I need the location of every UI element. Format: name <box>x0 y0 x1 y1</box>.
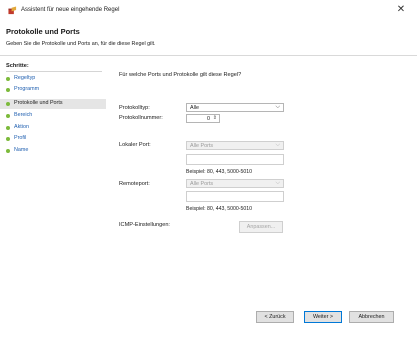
remote-port-value: Alle Ports <box>190 181 214 187</box>
step-status-dot <box>6 137 10 141</box>
step-status-dot <box>6 102 10 106</box>
step-profil[interactable]: Profil <box>0 134 106 144</box>
protocol-type-select[interactable]: Alle ⌵ <box>186 103 284 112</box>
step-protokolle-und-ports[interactable]: Protokolle und Ports <box>0 99 106 109</box>
chevron-down-icon: ⌵ <box>275 180 280 186</box>
wizard-header: Protokolle und Ports Geben Sie die Proto… <box>0 22 417 56</box>
local-port-value: Alle Ports <box>190 143 214 149</box>
step-label: Regeltyp <box>14 75 36 81</box>
steps-heading: Schritte: <box>6 63 29 69</box>
step-label: Name <box>14 147 29 153</box>
local-port-label: Lokaler Port: <box>119 142 151 148</box>
window-title: Assistent für neue eingehende Regel <box>21 7 120 13</box>
firewall-wizard-icon <box>8 6 17 15</box>
protocol-number-spinner[interactable]: 0 ⇕ <box>186 114 220 123</box>
step-label: Programm <box>14 86 40 92</box>
remote-port-example: Beispiel: 80, 443, 5000-5010 <box>186 206 253 212</box>
chevron-down-icon: ⌵ <box>275 104 280 110</box>
steps-divider <box>6 71 102 72</box>
step-bereich[interactable]: Bereich <box>0 111 106 121</box>
protocol-number-label: Protokollnummer: <box>119 115 163 121</box>
page-title: Protokolle und Ports <box>6 27 80 36</box>
step-label: Bereich <box>14 112 33 118</box>
protocol-type-label: Protokolltyp: <box>119 105 150 111</box>
title-bar: Assistent für neue eingehende Regel ✕ <box>0 0 417 22</box>
local-port-select[interactable]: Alle Ports ⌵ <box>186 141 284 150</box>
back-button[interactable]: < Zurück <box>256 311 294 323</box>
step-regeltyp[interactable]: Regeltyp <box>0 74 106 84</box>
local-port-input[interactable] <box>186 154 284 165</box>
next-button[interactable]: Weiter > <box>304 311 342 323</box>
protocol-number-value: 0 <box>207 116 210 122</box>
step-label: Protokolle und Ports <box>14 100 63 106</box>
cancel-button[interactable]: Abbrechen <box>349 311 394 323</box>
local-port-example: Beispiel: 80, 443, 5000-5010 <box>186 169 253 175</box>
step-label: Aktion <box>14 124 29 130</box>
protocol-type-value: Alle <box>190 105 199 111</box>
step-name[interactable]: Name <box>0 146 106 156</box>
close-icon[interactable]: ✕ <box>395 4 407 16</box>
remote-port-select[interactable]: Alle Ports ⌵ <box>186 179 284 188</box>
question-text: Für welche Ports und Protokolle gilt die… <box>119 72 242 78</box>
spinner-arrows-icon[interactable]: ⇕ <box>213 115 217 121</box>
chevron-down-icon: ⌵ <box>275 142 280 148</box>
content-panel: Für welche Ports und Protokolle gilt die… <box>106 57 417 342</box>
step-status-dot <box>6 88 10 92</box>
customize-button[interactable]: Anpassen... <box>239 221 283 233</box>
step-status-dot <box>6 114 10 118</box>
step-status-dot <box>6 126 10 130</box>
remote-port-input[interactable] <box>186 191 284 202</box>
step-status-dot <box>6 149 10 153</box>
step-status-dot <box>6 77 10 81</box>
step-aktion[interactable]: Aktion <box>0 123 106 133</box>
step-programm[interactable]: Programm <box>0 85 106 95</box>
step-label: Profil <box>14 135 27 141</box>
icmp-settings-label: ICMP-Einstellungen: <box>119 222 170 228</box>
remote-port-label: Remoteport: <box>119 181 150 187</box>
steps-panel: Schritte: Regeltyp Programm Protokolle u… <box>0 57 106 342</box>
page-subtitle: Geben Sie die Protokolle und Ports an, f… <box>6 41 156 47</box>
